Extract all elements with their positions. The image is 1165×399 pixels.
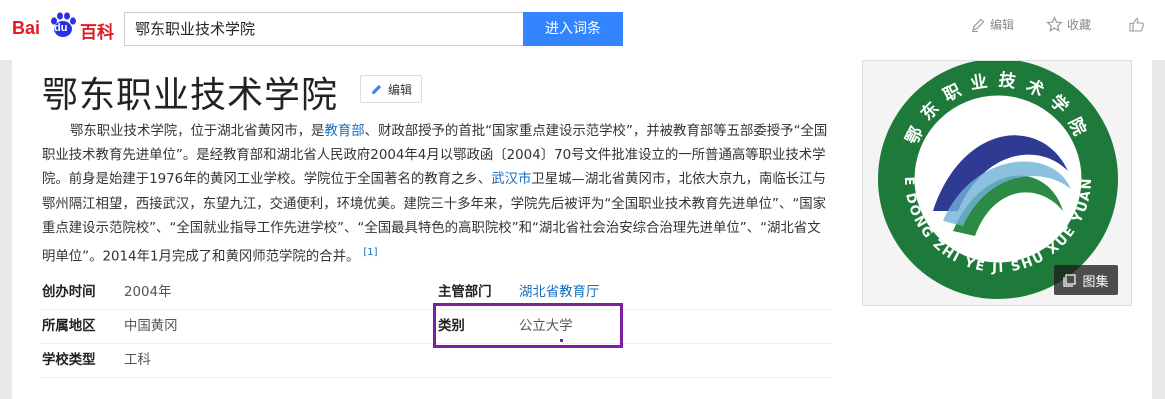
gallery-button[interactable]: 图集 (1054, 265, 1118, 295)
summary-text-1: 鄂东职业技术学院，位于湖北省黄冈市，是 (70, 124, 325, 139)
highlight-box (433, 303, 623, 348)
title-edit-button[interactable]: 编辑 (360, 75, 422, 103)
region-label: 所属地区 (42, 319, 96, 334)
highlight-dot (560, 339, 563, 342)
school-type-label: 学校类型 (42, 353, 96, 368)
pencil-icon (371, 84, 382, 94)
header-edit-label: 编辑 (990, 18, 1015, 32)
logo-du-text: du (54, 22, 68, 34)
like-button[interactable] (1128, 16, 1150, 33)
logo-baike-text: 百科 (80, 23, 114, 42)
star-icon (1046, 16, 1063, 32)
region-value: 中国黄冈 (124, 319, 178, 334)
school-type-value: 工科 (124, 353, 151, 368)
link-ministry-of-education[interactable]: 教育部 (324, 124, 364, 139)
baidu-baike-logo[interactable]: Bai du 百科 (12, 8, 116, 42)
pencil-icon (972, 18, 985, 32)
title-edit-label: 编辑 (387, 82, 412, 97)
founded-label: 创办时间 (42, 285, 96, 300)
enter-entry-button[interactable]: 进入词条 (523, 12, 623, 46)
search-input[interactable]: 鄂东职业技术学院 (124, 12, 524, 46)
collect-button[interactable]: 收藏 (1046, 16, 1091, 33)
summary-paragraph: 鄂东职业技术学院，位于湖北省黄冈市，是教育部、财政部授予的首批“国家重点建设示范… (42, 120, 832, 270)
info-row-3: 学校类型 工科 (42, 344, 832, 378)
founded-value: 2004年 (124, 285, 172, 300)
reference-link[interactable]: [1] (363, 247, 377, 258)
header-edit-button[interactable]: 编辑 (970, 16, 1014, 33)
link-wuhan[interactable]: 武汉市 (491, 172, 531, 187)
thumbs-up-icon (1129, 17, 1144, 32)
gallery-label: 图集 (1082, 274, 1109, 290)
collect-label: 收藏 (1067, 18, 1092, 32)
gallery-icon (1063, 273, 1077, 287)
logo-bai-text: Bai (12, 18, 41, 38)
top-header: Bai du 百科 鄂东职业技术学院 进入词条 编辑 收藏 (0, 0, 1165, 60)
page-title: 鄂东职业技术学院 (42, 75, 339, 116)
